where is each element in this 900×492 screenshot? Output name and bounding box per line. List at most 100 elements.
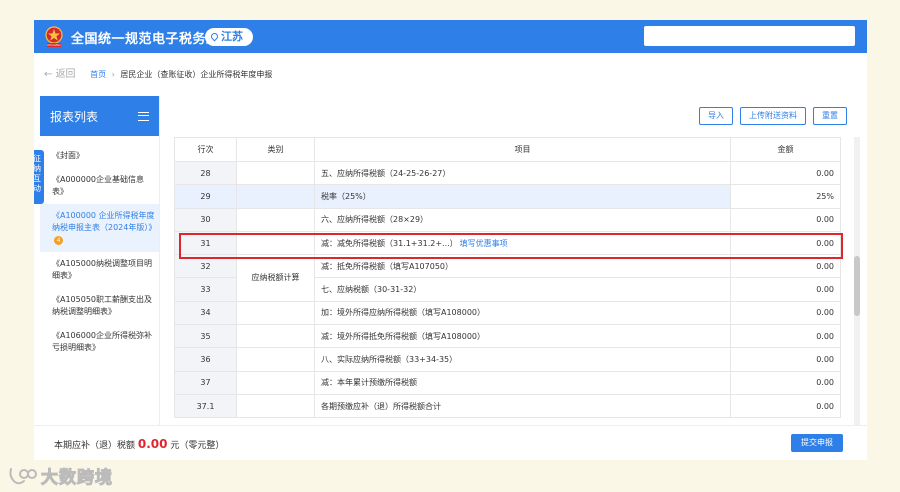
upload-attachments-button[interactable]: 上传附送资料 bbox=[740, 107, 806, 125]
region-label: 江苏 bbox=[221, 30, 243, 43]
amount-input[interactable]: 25% bbox=[730, 184, 841, 209]
site-title: 全国统一规范电子税务局 bbox=[71, 32, 220, 47]
sidebar-title: 报表列表 bbox=[50, 109, 99, 124]
category-cell bbox=[236, 230, 315, 256]
header-category: 类别 bbox=[236, 137, 315, 162]
item-cell: 五、应纳所得税额（24-25-26-27） bbox=[314, 160, 731, 186]
report-list-sidebar: 报表列表 《封面》 《A000000企业基础信息表》 《A100000 企业所得… bbox=[40, 96, 160, 425]
category-cell bbox=[236, 324, 315, 349]
scrollbar-thumb[interactable] bbox=[854, 256, 860, 316]
category-cell bbox=[236, 300, 315, 326]
amount-cell[interactable]: 0.00 bbox=[730, 300, 841, 326]
table-row: 32 应纳税额计算 减：抵免所得税额（填写A107050） 0.00 bbox=[174, 254, 841, 302]
sidebar-item-cover[interactable]: 《封面》 bbox=[40, 144, 159, 168]
tax-due-summary: 本期应补（退）税额 0.00 元（零元整） bbox=[54, 437, 224, 451]
footer-bar: 本期应补（退）税额 0.00 元（零元整） 提交申报 bbox=[34, 425, 867, 460]
header-row-no: 行次 bbox=[174, 137, 237, 162]
toolbar: 导入 上传附送资料 重置 bbox=[699, 107, 847, 125]
item-cell: 减：本年累计预缴所得税额 bbox=[314, 370, 731, 395]
category-cell bbox=[236, 207, 315, 232]
sidebar-header: 报表列表 bbox=[40, 96, 159, 136]
item-cell: 六、应纳所得税额（28×29） bbox=[314, 207, 731, 232]
category-cell bbox=[236, 370, 315, 395]
item-cell: 各期预缴应补（退）所得税额合计 bbox=[314, 393, 731, 419]
table-row: 30 六、应纳所得税额（28×29） 0.00 bbox=[174, 207, 841, 232]
row-number: 31 bbox=[174, 230, 237, 256]
table-header-row: 行次 类别 项目 金额 bbox=[174, 137, 841, 162]
row-number: 37 bbox=[174, 370, 237, 395]
table-row: 31 减：减免所得税额（31.1+31.2+...） 填写优惠事项 0.00 bbox=[174, 230, 841, 256]
header-item: 项目 bbox=[314, 137, 731, 162]
table-row: 35 减：境外所得抵免所得税额（填写A108000） 0.00 bbox=[174, 324, 841, 349]
amount-cell[interactable]: 0.00 bbox=[730, 393, 841, 419]
item-cell: 八、实际应纳所得税额（33+34-35） bbox=[314, 347, 731, 372]
table-row: 34 加：境外所得应纳所得税额（填写A108000） 0.00 bbox=[174, 300, 841, 326]
tax-due-label: 本期应补（退）税额 bbox=[54, 441, 136, 451]
count-badge: 4 bbox=[54, 236, 63, 245]
row-number: 37.1 bbox=[174, 393, 237, 419]
table-scrollbar[interactable] bbox=[854, 137, 860, 425]
category-cell bbox=[236, 347, 315, 372]
breadcrumb-home-link[interactable]: 首页 bbox=[90, 70, 106, 79]
item-cell: 减：抵免所得税额（填写A107050） bbox=[314, 254, 731, 279]
sidebar-item-a106000[interactable]: 《A106000企业所得税弥补亏损明细表》 bbox=[40, 324, 159, 360]
amount-cell[interactable]: 0.00 bbox=[730, 254, 841, 279]
item-text: 减：减免所得税额（31.1+31.2+...） bbox=[321, 238, 458, 248]
category-cell bbox=[236, 160, 315, 186]
row-number: 36 bbox=[174, 347, 237, 372]
watermark-logo-icon bbox=[9, 467, 37, 484]
top-header: ChinaTax 全国统一规范电子税务局 江苏 bbox=[34, 20, 867, 53]
breadcrumb-current: 居民企业（查账征收）企业所得税年度申报 bbox=[120, 70, 273, 79]
category-cell bbox=[236, 393, 315, 419]
amount-cell[interactable]: 0.00 bbox=[730, 277, 841, 302]
breadcrumb: ← 返回 首页 › 居民企业（查账征收）企业所得税年度申报 bbox=[44, 65, 272, 80]
table-row: 29 税率（25%） 25% bbox=[174, 184, 841, 209]
row-number: 34 bbox=[174, 300, 237, 326]
amount-cell[interactable]: 0.00 bbox=[730, 160, 841, 186]
tax-due-amount: 0.00 bbox=[137, 437, 168, 451]
row-number: 33 bbox=[174, 277, 237, 302]
table-row: 36 八、实际应纳所得税额（33+34-35） 0.00 bbox=[174, 347, 841, 372]
interaction-side-tab[interactable]: 征纳互动 bbox=[34, 150, 44, 204]
item-cell: 七、应纳税额（30-31-32） bbox=[314, 277, 731, 302]
region-selector[interactable]: 江苏 bbox=[205, 28, 253, 46]
table-row: 37 减：本年累计预缴所得税额 0.00 bbox=[174, 370, 841, 395]
amount-cell[interactable]: 0.00 bbox=[730, 230, 841, 256]
amount-cell[interactable]: 0.00 bbox=[730, 207, 841, 232]
amount-cell[interactable]: 0.00 bbox=[730, 347, 841, 372]
reset-button[interactable]: 重置 bbox=[813, 107, 847, 125]
row-number: 32 bbox=[174, 254, 237, 279]
item-cell: 减：减免所得税额（31.1+31.2+...） 填写优惠事项 bbox=[314, 230, 731, 256]
sidebar-list: 《封面》 《A000000企业基础信息表》 《A100000 企业所得税年度纳税… bbox=[40, 136, 159, 360]
watermark-text: 大数跨境 bbox=[41, 468, 113, 489]
amount-cell[interactable]: 0.00 bbox=[730, 324, 841, 349]
sidebar-item-a105050[interactable]: 《A105050职工薪酬支出及纳税调整明细表》 bbox=[40, 288, 159, 324]
import-button[interactable]: 导入 bbox=[699, 107, 733, 125]
app-window: ChinaTax 全国统一规范电子税务局 江苏 ← 返回 首页 › 居民企业（查… bbox=[34, 20, 867, 460]
menu-icon[interactable] bbox=[138, 111, 149, 121]
row-number: 28 bbox=[174, 160, 237, 186]
back-link[interactable]: ← 返回 bbox=[44, 69, 76, 80]
watermark: 大数跨境 bbox=[7, 463, 113, 489]
sidebar-item-a105000[interactable]: 《A105000纳税调整项目明细表》 bbox=[40, 252, 159, 288]
tax-emblem-icon: ChinaTax bbox=[45, 26, 63, 47]
row-number: 30 bbox=[174, 207, 237, 232]
submit-declaration-button[interactable]: 提交申报 bbox=[791, 434, 843, 452]
location-pin-icon bbox=[209, 31, 220, 42]
fill-preferential-items-link[interactable]: 填写优惠事项 bbox=[460, 239, 508, 248]
amount-cell[interactable]: 0.00 bbox=[730, 370, 841, 395]
row-number: 29 bbox=[174, 184, 237, 209]
sidebar-item-a100000[interactable]: 《A100000 企业所得税年度纳税申报主表（2024年版）》4 bbox=[40, 204, 159, 252]
category-label: 应纳税额计算 bbox=[236, 254, 315, 302]
tax-calculation-table: 行次 类别 项目 金额 28 五、应纳所得税额（24-25-26-27） 0.0… bbox=[174, 137, 841, 419]
sidebar-item-a000000[interactable]: 《A000000企业基础信息表》 bbox=[40, 168, 159, 204]
table-row: 37.1 各期预缴应补（退）所得税额合计 0.00 bbox=[174, 393, 841, 419]
emblem-text: ChinaTax bbox=[47, 43, 61, 47]
breadcrumb-separator: › bbox=[111, 70, 115, 79]
header-search-input[interactable] bbox=[644, 26, 855, 46]
header-amount: 金额 bbox=[730, 137, 841, 162]
tax-due-suffix: 元（零元整） bbox=[170, 441, 225, 451]
item-cell: 税率（25%） bbox=[314, 184, 731, 209]
item-cell: 减：境外所得抵免所得税额（填写A108000） bbox=[314, 324, 731, 349]
item-cell: 加：境外所得应纳所得税额（填写A108000） bbox=[314, 300, 731, 326]
